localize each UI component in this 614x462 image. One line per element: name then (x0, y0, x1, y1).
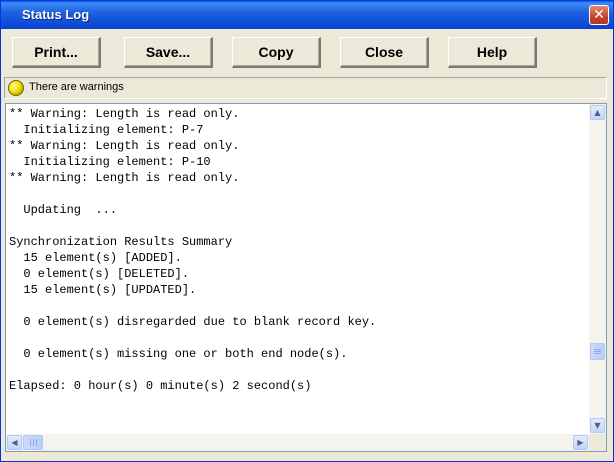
scroll-down-button[interactable]: ▼ (590, 418, 605, 433)
thumb-grip-line (33, 439, 34, 446)
scroll-up-button[interactable]: ▲ (590, 105, 605, 120)
thumb-grip-line (594, 349, 601, 350)
thumb-grip-line (594, 351, 601, 352)
log-line: Elapsed: 0 hour(s) 0 minute(s) 2 second(… (9, 379, 312, 393)
log-line: 0 element(s) missing one or both end nod… (9, 347, 348, 361)
log-line: Initializing element: P-7 (9, 123, 204, 137)
print-button[interactable]: Print... (12, 37, 101, 68)
close-button-label: Close (364, 44, 404, 60)
scroll-right-button[interactable]: ▶ (573, 435, 588, 450)
thumb-grip-line (594, 353, 601, 354)
log-text[interactable]: ** Warning: Length is read only. Initial… (9, 106, 584, 433)
close-window-button[interactable]: ✕ (589, 5, 609, 25)
print-button-label: Print... (34, 44, 78, 60)
vertical-scroll-thumb[interactable] (590, 343, 605, 360)
log-line: ** Warning: Length is read only. (9, 171, 240, 185)
vertical-scrollbar[interactable]: ▲ ▼ (589, 104, 606, 434)
copy-button-label: Copy (258, 44, 294, 60)
thumb-grip-line (30, 439, 31, 446)
horizontal-scroll-thumb[interactable] (23, 435, 43, 450)
log-line: ** Warning: Length is read only. (9, 139, 240, 153)
help-button[interactable]: Help (448, 37, 537, 68)
warning-bulb-icon (8, 80, 24, 96)
window-title: Status Log (22, 7, 90, 22)
status-log-window: Status Log ✕ Print... Save... Copy Close… (0, 0, 614, 462)
close-button[interactable]: Close (340, 37, 429, 68)
title-bar[interactable]: Status Log ✕ (1, 1, 613, 29)
status-text: There are warnings (29, 81, 124, 93)
thumb-grip-line (36, 439, 37, 446)
save-button-label: Save... (145, 44, 191, 60)
scroll-left-button[interactable]: ◀ (7, 435, 22, 450)
log-line: Synchronization Results Summary (9, 235, 233, 249)
log-line: 0 element(s) [DELETED]. (9, 267, 190, 281)
scrollbar-corner (589, 434, 606, 451)
log-line: 15 element(s) [UPDATED]. (9, 283, 197, 297)
log-line: ** Warning: Length is read only. (9, 107, 240, 121)
status-bar: There are warnings (4, 77, 607, 99)
log-line: Initializing element: P-10 (9, 155, 211, 169)
copy-button[interactable]: Copy (232, 37, 321, 68)
horizontal-scrollbar[interactable]: ◀ ▶ (6, 434, 589, 451)
help-button-label: Help (476, 44, 508, 60)
save-button[interactable]: Save... (124, 37, 213, 68)
log-line: Updating ... (9, 203, 118, 217)
log-pane[interactable]: ** Warning: Length is read only. Initial… (5, 103, 607, 452)
log-line: 0 element(s) disregarded due to blank re… (9, 315, 377, 329)
log-line: 15 element(s) [ADDED]. (9, 251, 182, 265)
